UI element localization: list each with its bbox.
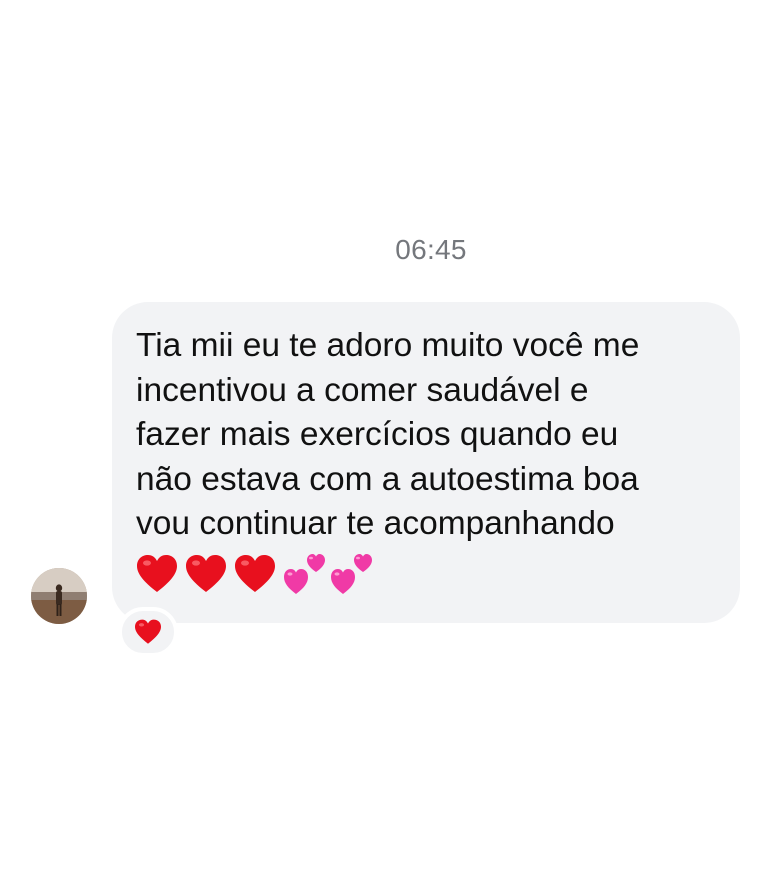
two-hearts-icon xyxy=(284,553,325,594)
message-line: não estava com a autoestima boa xyxy=(136,460,639,498)
message-line: Tia mii eu te adoro muito você me xyxy=(136,327,640,364)
reaction-badge[interactable] xyxy=(118,607,178,657)
emoji-row xyxy=(136,551,712,597)
red-heart-icon xyxy=(235,554,275,592)
red-heart-icon xyxy=(186,554,226,592)
message-bubble[interactable]: Tia mii eu te adoro muito você me incent… xyxy=(112,302,740,623)
two-hearts-icon xyxy=(331,553,372,594)
chat-timestamp: 06:45 xyxy=(395,234,467,265)
message-line: fazer mais exercícios quando eu xyxy=(136,416,619,453)
message-line: incentivou a comer saudável e xyxy=(136,371,589,409)
red-heart-icon xyxy=(137,554,177,592)
message-text: Tia mii eu te adoro muito você me incent… xyxy=(136,324,712,547)
message-line: vou continuar te acompanhando xyxy=(136,505,615,542)
avatar[interactable] xyxy=(31,568,87,624)
red-heart-icon xyxy=(135,619,161,644)
avatar-photo-icon xyxy=(31,568,87,624)
